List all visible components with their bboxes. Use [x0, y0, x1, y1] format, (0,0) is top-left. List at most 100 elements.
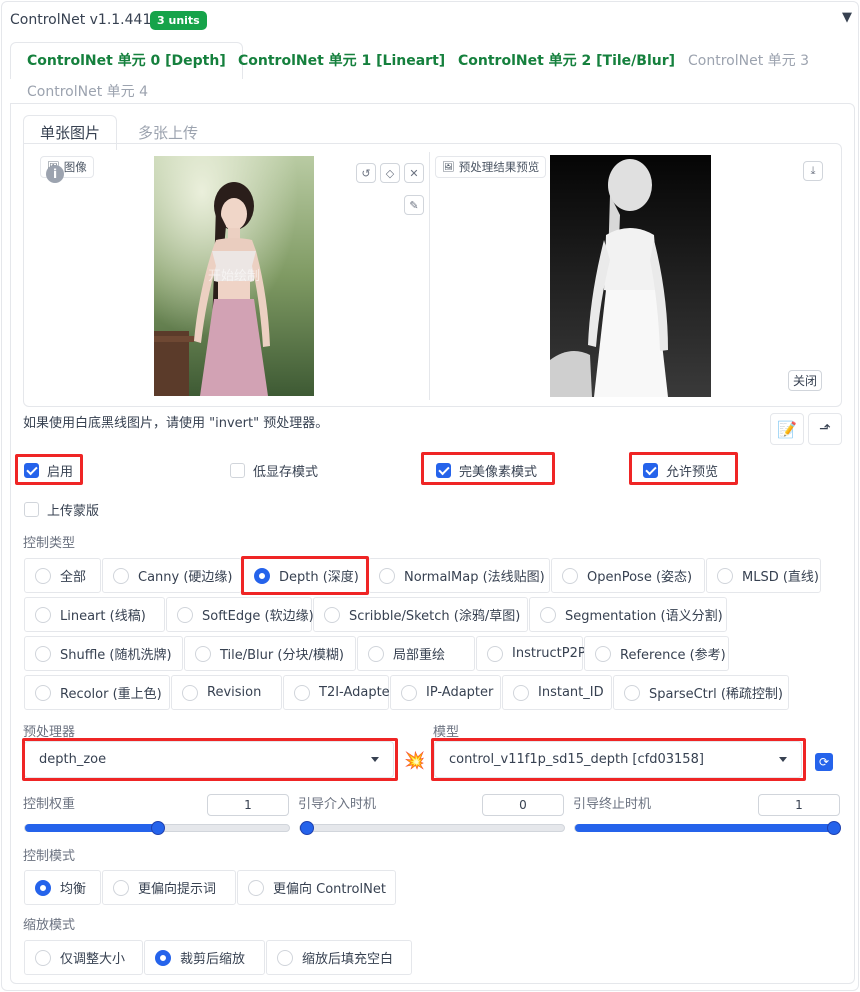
- control-type-canny[interactable]: Canny (硬边缘): [102, 558, 242, 593]
- tab-batch-upload[interactable]: 多张上传: [138, 122, 198, 143]
- draw-overlay-text[interactable]: 开始绘制: [208, 269, 260, 284]
- radio-button[interactable]: [513, 684, 529, 701]
- info-icon[interactable]: i: [46, 165, 64, 183]
- radio-label: Canny (硬边缘): [138, 570, 233, 585]
- radio-label: OpenPose (姿态): [587, 570, 693, 585]
- send-dimensions-icon[interactable]: ⬏: [808, 413, 842, 445]
- close-preview-button[interactable]: 关闭: [788, 370, 823, 391]
- guidance-start-input[interactable]: 0: [482, 794, 564, 816]
- radio-button[interactable]: [624, 684, 640, 701]
- control-type-opt[interactable]: 局部重绘: [357, 636, 475, 671]
- pixel-perfect-check-box[interactable]: [436, 463, 451, 478]
- control-type-scribble-sketch[interactable]: Scribble/Sketch (涂鸦/草图): [313, 597, 528, 632]
- radio-button[interactable]: [182, 684, 198, 701]
- pixel-perfect-checkbox[interactable]: 完美像素模式: [436, 461, 537, 480]
- radio-button[interactable]: [487, 645, 503, 662]
- radio-button[interactable]: [379, 567, 395, 584]
- guidance-end-input[interactable]: 1: [758, 794, 840, 816]
- radio-button[interactable]: [368, 645, 384, 662]
- brush-icon[interactable]: ✎: [404, 195, 424, 215]
- radio-button[interactable]: [717, 567, 733, 584]
- slider-thumb[interactable]: [151, 821, 165, 835]
- upload-mask-checkbox[interactable]: 上传蒙版: [24, 500, 99, 519]
- tab-unit-1[interactable]: ControlNet 单元 1 [Lineart]: [238, 50, 445, 70]
- control-mode-opt[interactable]: 更偏向提示词: [102, 870, 236, 905]
- control-type-recolor[interactable]: Recolor (重上色): [24, 675, 170, 710]
- radio-button[interactable]: [401, 684, 417, 701]
- resize-mode-opt[interactable]: 仅调整大小: [24, 940, 143, 975]
- guidance-start-slider[interactable]: [299, 821, 565, 835]
- control-type-openpose[interactable]: OpenPose (姿态): [551, 558, 705, 593]
- radio-button[interactable]: [35, 567, 51, 584]
- radio-button[interactable]: [248, 879, 264, 896]
- edit-note-icon[interactable]: 📝: [770, 413, 804, 445]
- resize-mode-opt[interactable]: 裁剪后缩放: [144, 940, 265, 975]
- control-type-revision[interactable]: Revision: [171, 675, 282, 710]
- upload-mask-check-box[interactable]: [24, 502, 39, 517]
- radio-button[interactable]: [277, 949, 293, 966]
- download-icon[interactable]: ⤓: [803, 161, 823, 181]
- control-type-mlsd[interactable]: MLSD (直线): [706, 558, 821, 593]
- control-mode-controlnet[interactable]: 更偏向 ControlNet: [237, 870, 396, 905]
- tab-unit-3[interactable]: ControlNet 单元 3: [688, 50, 809, 70]
- control-type-instant-id[interactable]: Instant_ID: [502, 675, 612, 710]
- radio-label: 更偏向提示词: [138, 882, 217, 897]
- guidance-end-slider[interactable]: [574, 821, 841, 835]
- radio-button[interactable]: [35, 879, 51, 896]
- control-type-opt[interactable]: 全部: [24, 558, 101, 593]
- radio-button[interactable]: [294, 684, 310, 701]
- control-type-segmentation[interactable]: Segmentation (语义分割): [529, 597, 727, 632]
- close-icon[interactable]: ✕: [404, 163, 424, 183]
- allow-preview-check-box[interactable]: [643, 463, 658, 478]
- refresh-models-icon[interactable]: ⟳: [815, 753, 833, 771]
- control-type-normalmap[interactable]: NormalMap (法线贴图): [368, 558, 550, 593]
- control-type-shuffle[interactable]: Shuffle (随机洗牌): [24, 636, 183, 671]
- control-type-instructp2p[interactable]: InstructP2P: [476, 636, 586, 671]
- radio-button[interactable]: [562, 567, 578, 584]
- units-badge: 3 units: [150, 11, 207, 30]
- radio-button[interactable]: [35, 684, 51, 701]
- radio-button[interactable]: [113, 879, 129, 896]
- tab-unit-2[interactable]: ControlNet 单元 2 [Tile/Blur]: [458, 50, 675, 70]
- control-type-lineart[interactable]: Lineart (线稿): [24, 597, 165, 632]
- control-mode-opt[interactable]: 均衡: [24, 870, 101, 905]
- low-vram-checkbox[interactable]: 低显存模式: [230, 461, 318, 480]
- radio-label: MLSD (直线): [742, 570, 819, 585]
- low-vram-check-box[interactable]: [230, 463, 245, 478]
- slider-thumb[interactable]: [827, 821, 841, 835]
- image-input-panel[interactable]: 🖼 图像 i 开始绘制 ↺ ◇ ✕: [36, 152, 430, 400]
- control-type-softedge[interactable]: SoftEdge (软边缘): [166, 597, 314, 632]
- radio-button[interactable]: [35, 949, 51, 966]
- undo-icon[interactable]: ↺: [356, 163, 376, 183]
- radio-button[interactable]: [595, 645, 611, 662]
- run-preprocessor-icon[interactable]: 💥: [404, 751, 425, 771]
- tab-unit-0[interactable]: ControlNet 单元 0 [Depth]: [10, 42, 243, 79]
- tab-unit-4[interactable]: ControlNet 单元 4: [27, 81, 148, 101]
- radio-button[interactable]: [155, 949, 171, 966]
- radio-label: SparseCtrl (稀疏控制): [649, 687, 783, 702]
- eraser-icon[interactable]: ◇: [380, 163, 400, 183]
- control-weight-slider[interactable]: [24, 821, 290, 835]
- control-type-sparsectrl[interactable]: SparseCtrl (稀疏控制): [613, 675, 789, 710]
- radio-button[interactable]: [195, 645, 211, 662]
- control-type-t2i-adapter[interactable]: T2I-Adapter: [283, 675, 395, 710]
- radio-button[interactable]: [540, 606, 556, 623]
- control-weight-input[interactable]: 1: [207, 794, 289, 816]
- controlnet-title[interactable]: ControlNet v1.1.441: [10, 12, 151, 28]
- allow-preview-checkbox[interactable]: 允许预览: [643, 461, 718, 480]
- radio-button[interactable]: [177, 606, 193, 623]
- slider-fill: [25, 824, 158, 832]
- control-type-ip-adapter[interactable]: IP-Adapter: [390, 675, 501, 710]
- enable-checkbox[interactable]: 启用: [24, 461, 73, 480]
- resize-mode-opt[interactable]: 缩放后填充空白: [266, 940, 412, 975]
- radio-label: Recolor (重上色): [60, 687, 162, 702]
- radio-button[interactable]: [113, 567, 129, 584]
- radio-button[interactable]: [35, 645, 51, 662]
- radio-button[interactable]: [324, 606, 340, 623]
- enable-check-box[interactable]: [24, 463, 39, 478]
- radio-button[interactable]: [35, 606, 51, 623]
- collapse-toggle-icon[interactable]: ▼: [842, 10, 852, 25]
- control-type-reference[interactable]: Reference (参考): [584, 636, 729, 671]
- slider-thumb[interactable]: [300, 821, 314, 835]
- control-type-tile-blur[interactable]: Tile/Blur (分块/模糊): [184, 636, 356, 671]
